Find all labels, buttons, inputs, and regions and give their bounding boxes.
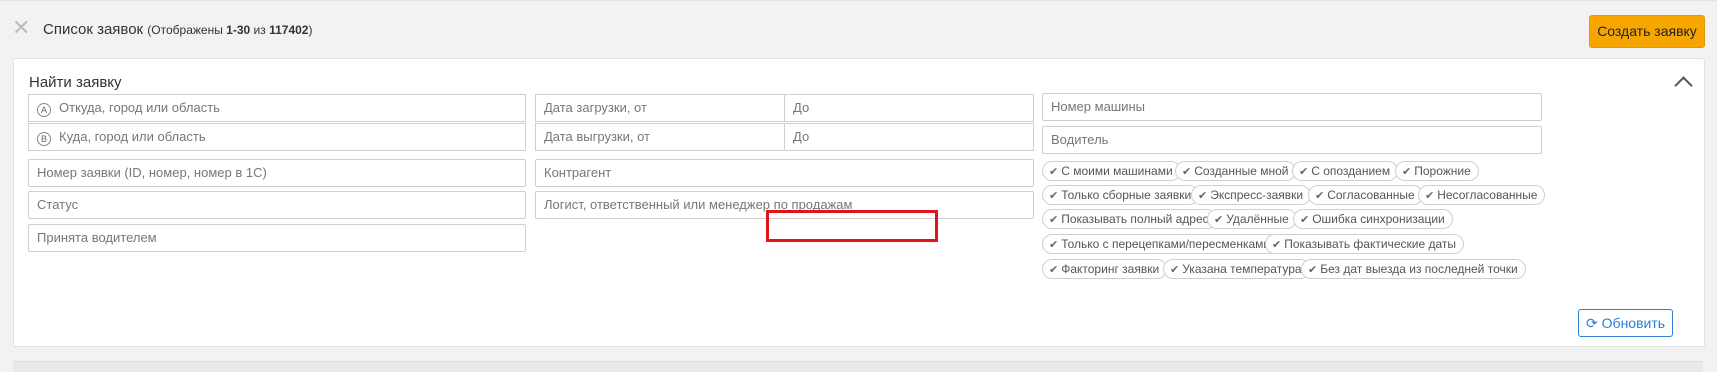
check-icon: ✔: [1300, 214, 1310, 226]
filter-chip[interactable]: ✔ Без дат выезда из последней точки: [1301, 259, 1526, 279]
car-number-input[interactable]: Номер машины: [1042, 93, 1542, 121]
close-icon[interactable]: ✕: [12, 17, 30, 39]
create-order-button[interactable]: Создать заявку: [1589, 15, 1705, 48]
check-icon: ✔: [1198, 190, 1208, 202]
check-icon: ✔: [1049, 239, 1059, 251]
filter-chip[interactable]: ✔ Порожние: [1395, 161, 1479, 181]
load-date-to-input[interactable]: До: [784, 94, 1034, 122]
filter-chip[interactable]: ✔ Экспресс-заявки: [1191, 185, 1312, 205]
filter-chip-label: С опозданием: [1311, 164, 1391, 178]
check-icon: ✔: [1315, 190, 1325, 202]
filter-chip[interactable]: ✔ Только с перецепками/пересменками: [1042, 234, 1279, 254]
filter-chip[interactable]: ✔ Указана температура: [1163, 259, 1310, 279]
from-location-input[interactable]: A Откуда, город или область: [28, 94, 526, 122]
page-title: Список заявок (Отображены 1-30 из 117402…: [43, 21, 312, 38]
shown-of: из: [250, 23, 270, 37]
check-icon: ✔: [1425, 190, 1435, 202]
filter-chip-label: Удалённые: [1226, 212, 1289, 226]
check-icon: ✔: [1049, 166, 1059, 178]
filter-chip[interactable]: ✔ Созданные мной: [1175, 161, 1297, 181]
filter-chip[interactable]: ✔ Ошибка синхронизации: [1293, 209, 1453, 229]
accepted-by-driver-select[interactable]: Принята водителем: [28, 224, 526, 252]
check-icon: ✔: [1049, 190, 1059, 202]
counterparty-input[interactable]: Контрагент: [535, 159, 1034, 187]
load-date-from-input[interactable]: Дата загрузки, от: [535, 94, 785, 122]
shown-count: (Отображены 1-30 из 117402): [147, 23, 312, 37]
top-bar: ✕ Список заявок (Отображены 1-30 из 1174…: [0, 0, 1717, 59]
page-title-text: Список заявок: [43, 21, 144, 38]
filter-chip-label: Только сборные заявки: [1061, 188, 1192, 202]
shown-prefix: (Отображены: [147, 23, 227, 37]
unload-date-to-input[interactable]: До: [784, 123, 1034, 151]
filter-chip-label: Экспресс-заявки: [1210, 188, 1304, 202]
filter-chip-label: Показывать фактические даты: [1284, 237, 1456, 251]
refresh-button[interactable]: ⟳ Обновить: [1578, 309, 1673, 337]
check-icon: ✔: [1308, 264, 1318, 276]
filter-chip-label: Порожние: [1414, 164, 1471, 178]
filter-chip-label: Несогласованные: [1437, 188, 1538, 202]
check-icon: ✔: [1214, 214, 1224, 226]
filter-chip[interactable]: ✔ Удалённые: [1207, 209, 1297, 229]
filter-chip-label: Без дат выезда из последней точки: [1320, 262, 1518, 276]
to-location-input[interactable]: B Куда, город или область: [28, 123, 526, 151]
driver-input[interactable]: Водитель: [1042, 126, 1542, 154]
from-location-placeholder: Откуда, город или область: [59, 100, 220, 115]
filter-chip-label: Указана температура: [1182, 262, 1302, 276]
search-panel-title: Найти заявку: [29, 74, 122, 91]
filter-chip[interactable]: ✔ С моими машинами: [1042, 161, 1181, 181]
refresh-icon: ⟳: [1585, 315, 1598, 331]
check-icon: ✔: [1402, 166, 1412, 178]
check-icon: ✔: [1272, 239, 1282, 251]
filter-chip[interactable]: ✔ Согласованные: [1308, 185, 1423, 205]
filter-chip-label: Согласованные: [1327, 188, 1415, 202]
filter-chip-label: Ошибка синхронизации: [1312, 212, 1445, 226]
shown-total: 117402: [269, 23, 309, 37]
check-icon: ✔: [1049, 264, 1059, 276]
unload-date-from-input[interactable]: Дата выгрузки, от: [535, 123, 785, 151]
shown-suffix: ): [308, 23, 313, 37]
check-icon: ✔: [1170, 264, 1180, 276]
filter-chip-label: Факторинг заявки: [1061, 262, 1160, 276]
order-number-input[interactable]: Номер заявки (ID, номер, номер в 1С): [28, 159, 526, 187]
filter-chip-label: С моими машинами: [1061, 164, 1173, 178]
filter-chip-label: Созданные мной: [1194, 164, 1289, 178]
check-icon: ✔: [1299, 166, 1309, 178]
chevron-up-icon[interactable]: [1674, 76, 1693, 95]
check-icon: ✔: [1182, 166, 1192, 178]
filter-chip[interactable]: ✔ Показывать полный адрес: [1042, 209, 1217, 229]
shown-range: 1-30: [226, 23, 251, 37]
logist-input[interactable]: Логист, ответственный или менеджер по пр…: [535, 191, 1034, 219]
point-a-icon: A: [37, 103, 51, 117]
results-table-header-strip: [13, 361, 1703, 372]
filter-chip-label: Только с перецепками/пересменками: [1061, 237, 1271, 251]
point-b-icon: B: [37, 132, 51, 146]
filter-chip[interactable]: ✔ Факторинг заявки: [1042, 259, 1168, 279]
to-location-placeholder: Куда, город или область: [59, 129, 206, 144]
filter-chip[interactable]: ✔ Только сборные заявки: [1042, 185, 1200, 205]
filter-chip-label: Показывать полный адрес: [1061, 212, 1209, 226]
filter-chip[interactable]: ✔ Показывать фактические даты: [1265, 234, 1464, 254]
status-select[interactable]: Статус: [28, 191, 526, 219]
check-icon: ✔: [1049, 214, 1059, 226]
filter-chip[interactable]: ✔ Несогласованные: [1418, 185, 1546, 205]
refresh-button-label: Обновить: [1601, 315, 1666, 331]
filter-chip[interactable]: ✔ С опозданием: [1292, 161, 1399, 181]
